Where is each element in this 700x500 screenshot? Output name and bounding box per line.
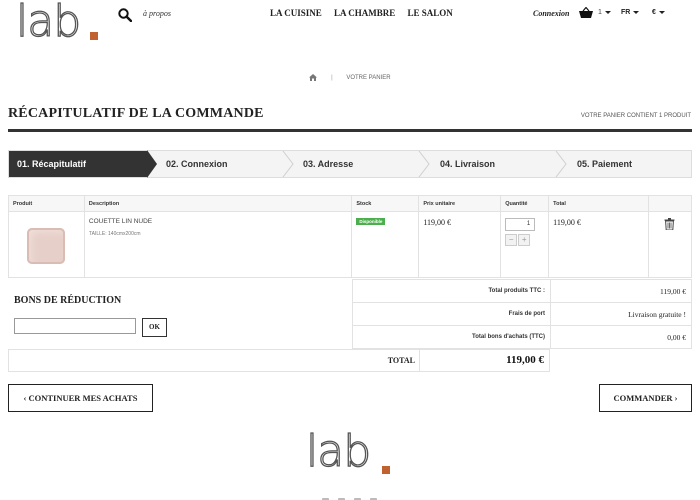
stock-badge: Disponible [356,218,386,225]
step-arrow [282,151,294,177]
logo-dot [382,466,390,474]
col-header-quantity: Quantité [500,195,550,212]
step-login[interactable]: 02. Connexion [166,151,286,177]
breadcrumb: | VOTRE PANIER [0,74,700,81]
cart-summary: VOTRE PANIER CONTIENT 1 PRODUIT [580,113,691,119]
step-arrow [418,151,430,177]
language-select[interactable]: FR [621,9,640,16]
language-value: FR [621,9,631,16]
totals-row: Total bons d'achats (TTC) 0,00 € [352,325,692,349]
step-shipping[interactable]: 04. Livraison [440,151,550,177]
col-header-description: Description [83,195,353,212]
quantity-stepper: − + [505,234,544,246]
col-header-unit-price: Prix unitaire [418,195,502,212]
continue-shopping-label: CONTINUER MES ACHATS [28,393,138,403]
logo-dot [90,32,98,40]
step-summary[interactable]: 01. Récapitulatif [9,151,147,177]
col-header-stock: Stock [351,195,420,212]
nav-item-chambre[interactable]: LA CHAMBRE [334,8,395,18]
title-divider [8,129,692,132]
grand-total-label-cell: TOTAL [352,350,420,371]
step-payment[interactable]: 05. Paiement [577,151,687,177]
totals-label: Frais de port [352,302,551,326]
nav-item-cuisine[interactable]: LA CUISINE [270,8,322,18]
totals-row: Frais de port Livraison gratuite ! [352,302,692,326]
line-total: 119,00 € [553,218,581,227]
unit-price: 119,00 € [423,218,452,227]
grand-total-label: TOTAL [387,356,415,365]
totals-row: Total produits TTC : 119,00 € [352,279,692,303]
login-link[interactable]: Connexion [533,9,569,18]
grand-total-value: 119,00 € [506,354,544,366]
totals-value: 119,00 € [550,279,692,303]
voucher-input[interactable] [14,318,136,334]
cart-table: Produit Description Stock Prix unitaire … [8,195,693,278]
product-image-cell [8,211,85,278]
trash-icon[interactable] [664,218,675,231]
page-title: RÉCAPITULATIF DE LA COMMANDE [8,106,264,121]
continue-shopping-button[interactable]: ‹ CONTINUER MES ACHATS [8,384,153,412]
currency-select[interactable]: € [652,9,665,16]
breadcrumb-separator: | [331,75,333,82]
totals-table: Total produits TTC : 119,00 € Frais de p… [352,279,692,349]
quantity-increase-button[interactable]: + [518,234,531,246]
nav-item-salon[interactable]: LE SALON [408,8,453,18]
totals-value: 0,00 € [550,325,692,349]
step-label: 01. Récapitulatif [17,159,87,169]
footer-logo[interactable]: lab [305,429,371,474]
checkout-label: COMMANDER [613,393,673,403]
voucher-ok-button[interactable]: OK [142,318,167,337]
breadcrumb-current: VOTRE PANIER [346,75,391,82]
voucher-title: BONS DE RÉDUCTION [14,295,122,306]
main-nav: LA CUISINE LA CHAMBRE LE SALON [270,8,463,18]
cart-count-value: 1 [598,9,602,16]
col-header-product: Produit [8,195,85,212]
checkout-steps: 01. Récapitulatif 02. Connexion 03. Adre… [8,150,692,178]
product-attributes: TAILLE: 140cmx200cm [88,231,141,237]
chevron-down-icon [604,10,611,14]
quantity-cell: 1 − + [500,211,550,278]
totals-label: Total produits TTC : [352,279,551,303]
product-name[interactable]: COUETTE LIN NUDE [89,218,347,225]
step-address[interactable]: 03. Adresse [303,151,413,177]
social-links [322,492,386,500]
step-label: 05. Paiement [577,159,633,169]
chevron-left-icon: ‹ [23,393,27,403]
currency-value: € [652,9,656,16]
site-logo[interactable]: lab [15,0,81,44]
about-link[interactable]: à propos [143,9,171,18]
step-label: 02. Connexion [166,159,228,169]
product-thumbnail[interactable] [27,228,66,264]
col-header-delete [647,195,693,212]
product-description-cell: COUETTE LIN NUDE TAILLE: 140cmx200cm [83,211,353,278]
delete-cell [647,211,693,278]
unit-price-cell: 119,00 € [418,211,502,278]
quantity-decrease-button[interactable]: − [505,234,518,246]
checkout-button[interactable]: COMMANDER › [599,384,692,412]
chevron-down-icon [633,10,640,14]
home-icon[interactable] [309,74,318,81]
step-label: 04. Livraison [440,159,496,169]
table-header-row: Produit Description Stock Prix unitaire … [8,195,693,212]
step-label: 03. Adresse [303,159,354,169]
line-total-cell: 119,00 € [548,211,649,278]
step-arrow [147,150,157,178]
quantity-input[interactable]: 1 [505,218,536,231]
totals-value: Livraison gratuite ! [550,302,692,326]
chevron-right-icon: › [674,393,678,403]
chevron-down-icon [658,10,665,14]
stock-cell: Disponible [351,211,420,278]
grand-total-row: TOTAL 119,00 € [8,349,550,372]
cart-count[interactable]: 1 [598,9,611,16]
site-header: lab à propos LA CUISINE LA CHAMBRE LE SA… [0,0,700,50]
search-icon[interactable] [118,8,132,22]
col-header-total: Total [548,195,649,212]
table-row: COUETTE LIN NUDE TAILLE: 140cmx200cm Dis… [8,211,693,278]
totals-label: Total bons d'achats (TTC) [352,325,551,349]
basket-icon[interactable] [579,7,593,19]
step-arrow [555,151,567,177]
